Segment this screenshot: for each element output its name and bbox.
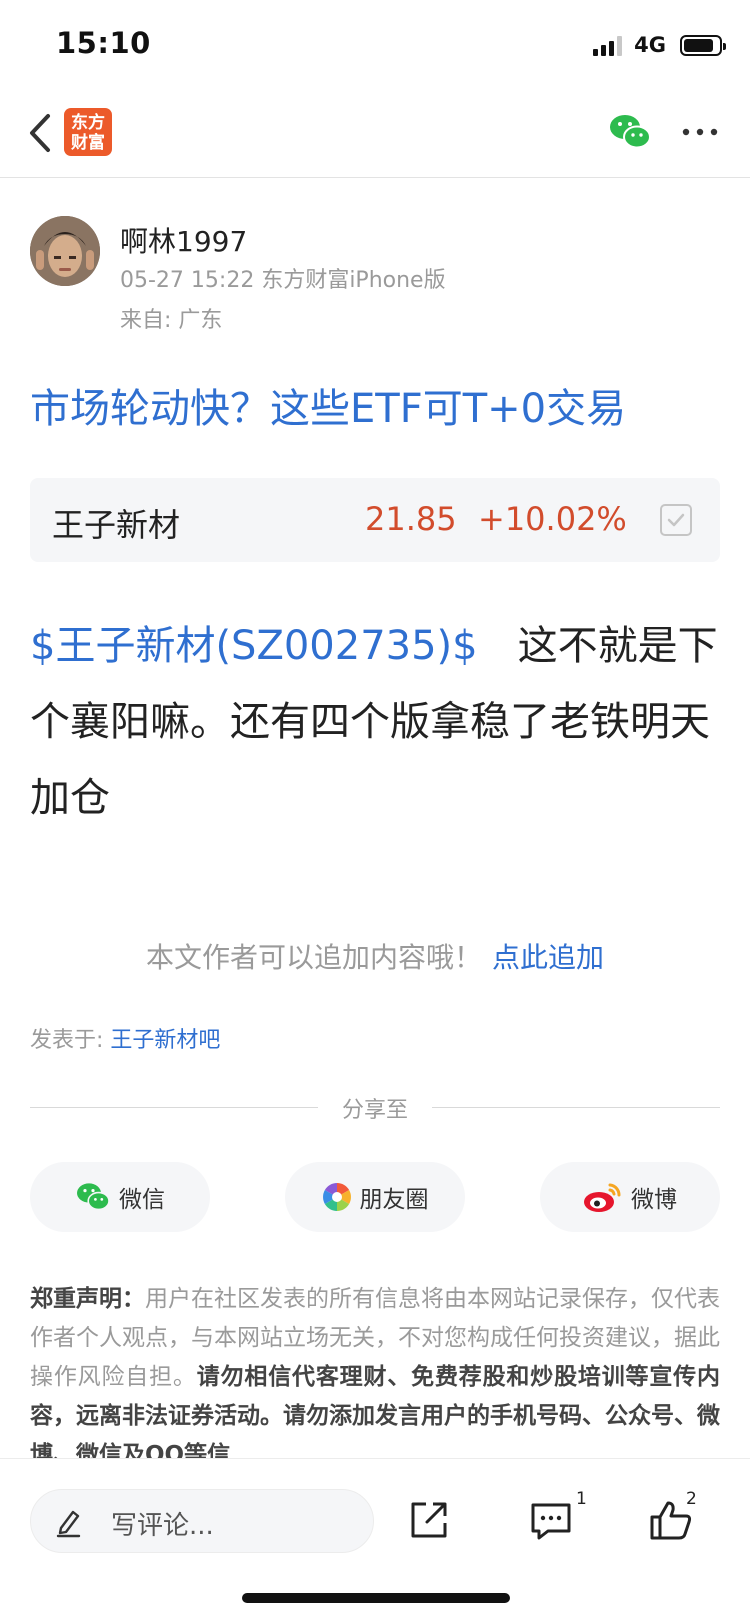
share-wechat-label: 微信 — [119, 1187, 165, 1213]
battery-icon — [680, 34, 726, 56]
divider-line-right — [432, 1107, 720, 1108]
wechat-icon — [610, 115, 651, 149]
status-time: 15:10 — [56, 26, 151, 60]
share-moments-button[interactable]: 朋友圈 — [285, 1162, 465, 1232]
checkbox-icon[interactable] — [660, 504, 692, 536]
stock-price: 21.85 — [365, 500, 457, 538]
author-name[interactable]: 啊林1997 — [120, 220, 247, 260]
like-count-badge: 2 — [686, 1489, 697, 1509]
append-link[interactable]: 点此追加 — [492, 941, 604, 974]
status-bar: 15:10 4G — [0, 0, 750, 88]
forum-link[interactable]: 王子新材吧 — [110, 1028, 220, 1053]
home-indicator — [242, 1593, 510, 1603]
logo-line2: 财富 — [71, 133, 105, 153]
pen-icon — [56, 1510, 81, 1538]
stock-name: 王子新材 — [52, 506, 181, 544]
wechat-share-button[interactable] — [608, 112, 652, 152]
like-button[interactable]: 2 — [646, 1489, 697, 1545]
share-weibo-label: 微博 — [631, 1187, 677, 1213]
avatar[interactable] — [30, 216, 100, 286]
comment-placeholder: 写评论... — [111, 1511, 214, 1541]
share-icon — [411, 1502, 447, 1538]
append-prompt: 本文作者可以追加内容哦！ 点此追加 — [0, 936, 750, 976]
share-label: 分享至 — [341, 1098, 408, 1123]
brand-logo[interactable]: 东方 财富 — [64, 108, 112, 156]
signal-icon — [593, 34, 623, 56]
bottom-bar: 写评论... 1 2 — [0, 1458, 750, 1624]
status-indicators: 4G — [593, 30, 726, 60]
post-location: 来自: 广东 — [120, 308, 223, 333]
moments-icon — [322, 1183, 351, 1211]
nav-bar: 东方 财富 — [0, 88, 750, 178]
network-label: 4G — [634, 33, 666, 57]
stock-change: +10.02% — [478, 500, 627, 538]
disclaimer-title: 郑重声明： — [30, 1286, 145, 1312]
more-icon — [682, 128, 718, 136]
post-meta: 05-27 15:22 东方财富iPhone版 — [120, 268, 446, 293]
share-moments-label: 朋友圈 — [359, 1187, 429, 1213]
logo-line1: 东方 — [71, 113, 105, 133]
comment-icon — [531, 1503, 571, 1540]
disclaimer: 郑重声明：用户在社区发表的所有信息将由本网站记录保存，仅代表作者个人观点，与本网… — [30, 1280, 720, 1458]
weibo-icon — [584, 1183, 621, 1212]
stock-quote-card[interactable]: 王子新材 21.85 +10.02% — [30, 478, 720, 562]
post-body: $王子新材(SZ002735)$ 这不就是下个襄阳嘛。还有四个版拿稳了老铁明天加… — [30, 608, 720, 836]
posted-in: 发表于: 王子新材吧 — [30, 1022, 220, 1054]
author-block: 啊林1997 05-27 15:22 东方财富iPhone版 来自: 广东 — [30, 216, 720, 336]
share-wechat-button[interactable]: 微信 — [30, 1162, 210, 1232]
promo-title-link[interactable]: 市场轮动快？这些ETF可T+0交易 — [30, 376, 626, 434]
append-text: 本文作者可以追加内容哦！ — [145, 941, 482, 974]
posted-in-label: 发表于: — [30, 1028, 111, 1053]
share-button[interactable] — [404, 1495, 454, 1545]
wechat-icon — [77, 1183, 110, 1211]
comment-button[interactable]: 1 — [526, 1489, 587, 1545]
comment-input[interactable]: 写评论... — [30, 1489, 374, 1553]
comment-count-badge: 1 — [576, 1489, 587, 1509]
back-button[interactable] — [22, 108, 62, 158]
stock-tag-link[interactable]: $王子新材(SZ002735)$ — [30, 623, 478, 669]
more-button[interactable] — [680, 116, 720, 148]
share-divider: 分享至 — [30, 1092, 720, 1123]
back-icon — [30, 114, 50, 152]
share-weibo-button[interactable]: 微博 — [540, 1162, 720, 1232]
